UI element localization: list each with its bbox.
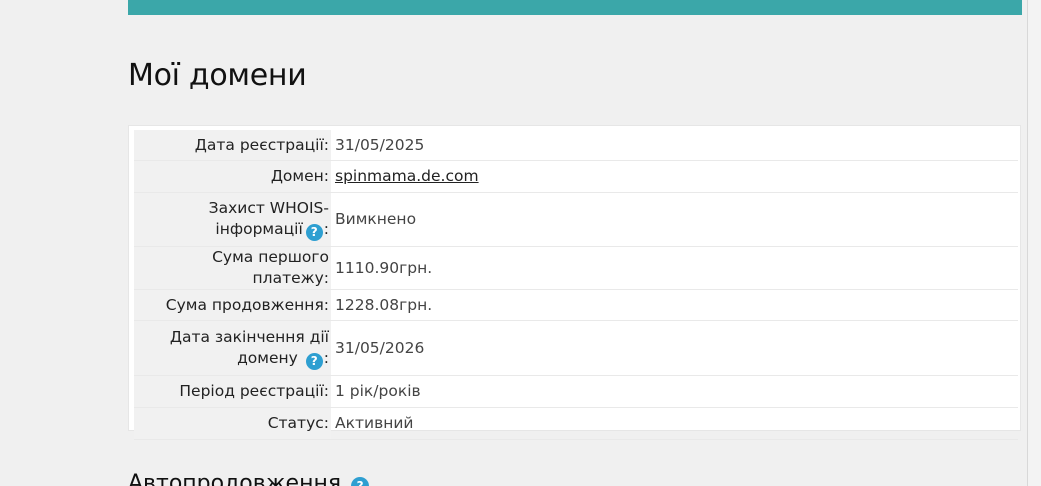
registration-period-value: 1 рік/років bbox=[331, 375, 1018, 408]
domain-details-table: Дата реєстрації: 31/05/2025 Домен: spinm… bbox=[134, 130, 1018, 440]
renewal-amount-value: 1228.08грн. bbox=[331, 289, 1018, 321]
registration-period-label: Період реєстрації: bbox=[134, 375, 331, 408]
expiry-label-line1: Дата закінчення дії bbox=[169, 327, 329, 346]
top-banner bbox=[128, 0, 1022, 15]
whois-label-line1: Захист WHOIS- bbox=[208, 199, 329, 217]
expiry-date-label: Дата закінчення дії домену ?: bbox=[134, 320, 331, 376]
domain-cell: spinmama.de.com bbox=[331, 160, 1018, 193]
domain-link[interactable]: spinmama.de.com bbox=[335, 167, 479, 185]
expiry-label-line2: домену bbox=[237, 348, 298, 367]
page: Мої домени Дата реєстрації: 31/05/2025 Д… bbox=[0, 0, 1041, 486]
row-domain: Домен: spinmama.de.com bbox=[134, 160, 1018, 193]
domain-details-panel: Дата реєстрації: 31/05/2025 Домен: spinm… bbox=[128, 125, 1021, 440]
expiry-label-colon: : bbox=[323, 348, 329, 367]
whois-label-line2: інформації bbox=[215, 220, 303, 238]
domain-label: Домен: bbox=[134, 160, 331, 193]
status-label: Статус: bbox=[134, 407, 331, 440]
status-value: Активний bbox=[331, 407, 1018, 440]
question-circle-icon[interactable]: ? bbox=[305, 352, 323, 370]
registration-date-value: 31/05/2025 bbox=[331, 130, 1018, 161]
row-renewal-amount: Сума продовження: 1228.08грн. bbox=[134, 289, 1018, 321]
row-whois: Захист WHOIS- інформації?: Вимкнено bbox=[134, 192, 1018, 247]
row-registration-date: Дата реєстрації: 31/05/2025 bbox=[134, 130, 1018, 161]
first-payment-label: Сума першого платежу: bbox=[134, 246, 331, 290]
whois-value: Вимкнено bbox=[331, 192, 1018, 247]
first-payment-value: 1110.90грн. bbox=[331, 246, 1018, 290]
registration-date-label: Дата реєстрації: bbox=[134, 130, 331, 161]
page-title: Мої домени bbox=[128, 58, 307, 93]
question-circle-icon[interactable]: ? bbox=[351, 477, 370, 486]
whois-label: Захист WHOIS- інформації?: bbox=[134, 192, 331, 247]
row-status: Статус: Активний bbox=[134, 407, 1018, 440]
whois-label-colon: : bbox=[323, 220, 329, 238]
scrollbar[interactable] bbox=[1027, 0, 1041, 486]
expiry-date-value: 31/05/2026 bbox=[331, 320, 1018, 376]
autorenew-heading-text: Автопродовження bbox=[128, 471, 342, 486]
row-registration-period: Період реєстрації: 1 рік/років bbox=[134, 375, 1018, 408]
question-circle-icon[interactable]: ? bbox=[305, 224, 323, 241]
row-expiry-date: Дата закінчення дії домену ?: 31/05/2026 bbox=[134, 320, 1018, 376]
renewal-amount-label: Сума продовження: bbox=[134, 289, 331, 321]
row-first-payment: Сума першого платежу: 1110.90грн. bbox=[134, 246, 1018, 290]
autorenew-heading: Автопродовження? bbox=[128, 471, 370, 486]
